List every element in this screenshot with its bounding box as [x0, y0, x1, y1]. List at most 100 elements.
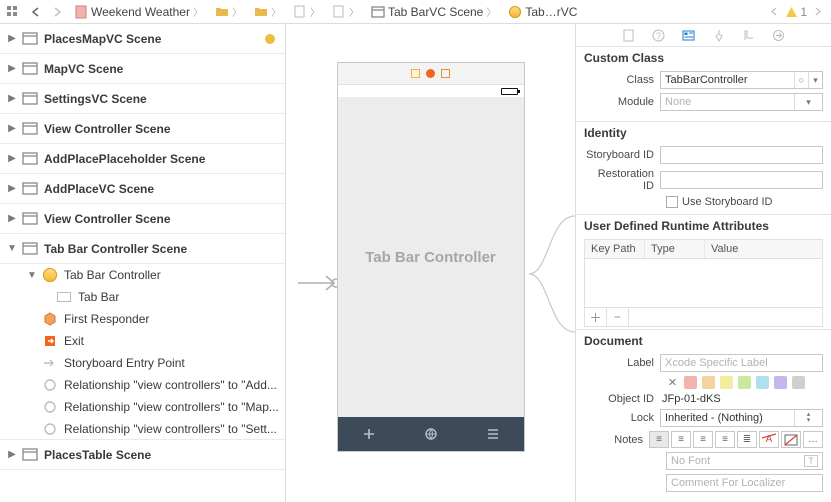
- outline-item-firstresponder[interactable]: ▶First Responder: [0, 308, 285, 330]
- disclosure-triangle-icon[interactable]: ▶: [6, 213, 18, 224]
- align-center-icon[interactable]: ≡: [671, 431, 691, 448]
- swatch-blue[interactable]: [756, 376, 769, 389]
- disclosure-triangle-icon[interactable]: ▶: [6, 33, 18, 44]
- doc-label-field[interactable]: Xcode Specific Label: [660, 354, 823, 372]
- scene-row-tabbarcontroller[interactable]: ▼Tab Bar Controller Scene: [0, 234, 285, 264]
- list-icon[interactable]: ≣: [737, 431, 757, 448]
- disclosure-triangle-icon[interactable]: ▶: [6, 93, 18, 104]
- disclosure-triangle-icon[interactable]: ▶: [6, 183, 18, 194]
- jumpbar-segment-scene[interactable]: Tab BarVC Scene〉: [367, 4, 500, 19]
- disclosure-triangle-icon[interactable]: ▶: [6, 63, 18, 74]
- file-inspector-icon[interactable]: [621, 27, 637, 43]
- scene-icon: [22, 31, 38, 47]
- clear-icon[interactable]: ○: [794, 72, 808, 88]
- swatch-green[interactable]: [738, 376, 751, 389]
- lock-combo[interactable]: Inherited - (Nothing)▴▾: [660, 409, 823, 427]
- swatch-yellow[interactable]: [720, 376, 733, 389]
- scene-row-mapvc[interactable]: ▶MapVC Scene: [0, 54, 285, 84]
- jumpbar-segment-folder2[interactable]: 〉: [250, 4, 285, 19]
- font-placeholder: No Font: [671, 455, 710, 467]
- outline-item-tabbar[interactable]: ▶Tab Bar: [0, 286, 285, 308]
- scene-row-addplaceplaceholder[interactable]: ▶AddPlacePlaceholder Scene: [0, 144, 285, 174]
- disclosure-triangle-icon[interactable]: ▶: [6, 449, 18, 460]
- tab-item-plus[interactable]: [338, 417, 400, 451]
- arrow-right-icon: [42, 355, 58, 371]
- swatch-purple[interactable]: [774, 376, 787, 389]
- disclosure-triangle-icon[interactable]: ▼: [6, 243, 18, 254]
- disclosure-triangle-icon[interactable]: ▶: [6, 153, 18, 164]
- nav-forward-icon[interactable]: [48, 3, 66, 21]
- remove-button[interactable]: −: [607, 308, 629, 326]
- section-header: User Defined Runtime Attributes: [584, 219, 823, 233]
- swatch-orange[interactable]: [702, 376, 715, 389]
- column-header-type[interactable]: Type: [645, 240, 705, 258]
- align-left-icon[interactable]: ≡: [649, 431, 669, 448]
- disclosure-triangle-icon[interactable]: ▶: [6, 123, 18, 134]
- outline-item-entrypoint[interactable]: ▶Storyboard Entry Point: [0, 352, 285, 374]
- module-value: None: [661, 94, 794, 110]
- scene-row-settingsvc[interactable]: ▶SettingsVC Scene: [0, 84, 285, 114]
- udra-table[interactable]: Key PathTypeValue ＋−: [584, 239, 823, 327]
- swatch-gray[interactable]: [792, 376, 805, 389]
- jumpbar-segment-sheet1[interactable]: 〉: [289, 4, 324, 19]
- size-inspector-icon[interactable]: [741, 27, 757, 43]
- font-field[interactable]: No Font T: [666, 452, 823, 470]
- storyboard-id-field[interactable]: [660, 146, 823, 164]
- issues-indicator[interactable]: 1: [765, 3, 827, 21]
- storyboard-canvas[interactable]: Tab Bar Controller: [286, 24, 575, 502]
- outline-item-exit[interactable]: ▶Exit: [0, 330, 285, 352]
- entry-point-arrow[interactable]: [296, 272, 342, 294]
- help-inspector-icon[interactable]: ?: [651, 27, 667, 43]
- identity-inspector-icon[interactable]: [681, 27, 697, 43]
- align-right-icon[interactable]: ≡: [693, 431, 713, 448]
- jumpbar-segment-sheet2[interactable]: 〉: [328, 4, 363, 19]
- tab-item-menu[interactable]: [462, 417, 524, 451]
- checkbox-icon[interactable]: [666, 196, 678, 208]
- swatch-clear[interactable]: ✕: [666, 376, 679, 389]
- folder-icon: [215, 5, 229, 19]
- nav-back-icon[interactable]: [26, 3, 44, 21]
- stepper-icon[interactable]: ▴▾: [794, 410, 822, 426]
- related-items-icon[interactable]: [4, 3, 22, 21]
- scene-row-viewcontroller1[interactable]: ▶View Controller Scene: [0, 114, 285, 144]
- chevron-right-icon: 〉: [349, 4, 359, 19]
- bg-color-icon[interactable]: [781, 431, 801, 448]
- jumpbar-segment-project[interactable]: Weekend Weather 〉: [70, 4, 207, 19]
- column-header-value[interactable]: Value: [705, 240, 822, 258]
- scene-row-viewcontroller2[interactable]: ▶View Controller Scene: [0, 204, 285, 234]
- attributes-inspector-icon[interactable]: [711, 27, 727, 43]
- add-button[interactable]: ＋: [585, 308, 607, 326]
- localizer-comment-field[interactable]: Comment For Localizer: [666, 474, 823, 492]
- swatch-red[interactable]: [684, 376, 697, 389]
- restoration-id-field[interactable]: [660, 171, 823, 189]
- scene-row-placestable[interactable]: ▶PlacesTable Scene: [0, 440, 285, 470]
- font-picker-icon[interactable]: T: [804, 455, 818, 467]
- outline-item-relationship-add[interactable]: ▶Relationship "view controllers" to "Add…: [0, 374, 285, 396]
- relationship-icon: [42, 421, 58, 437]
- jumpbar-segment-vc[interactable]: Tab…rVC: [504, 5, 581, 19]
- column-header-keypath[interactable]: Key Path: [585, 240, 645, 258]
- use-storyboard-id-row[interactable]: Use Storyboard ID: [584, 196, 823, 208]
- outline-item-tabbarcontroller[interactable]: ▼Tab Bar Controller: [0, 264, 285, 286]
- jumpbar-segment-folder1[interactable]: 〉: [211, 4, 246, 19]
- disclosure-triangle-icon[interactable]: ▼: [26, 270, 38, 281]
- chevron-down-icon[interactable]: ▾: [794, 94, 822, 110]
- text-color-icon[interactable]: A: [759, 431, 779, 448]
- more-icon[interactable]: …: [803, 431, 823, 448]
- objectid-label: Object ID: [584, 393, 660, 405]
- scene-row-placesmapvc[interactable]: ▶PlacesMapVC Scene: [0, 24, 285, 54]
- outline-item-relationship-settings[interactable]: ▶Relationship "view controllers" to "Set…: [0, 418, 285, 440]
- scene-preview-tabbarcontroller[interactable]: Tab Bar Controller: [337, 62, 525, 452]
- outline-item-relationship-map[interactable]: ▶Relationship "view controllers" to "Map…: [0, 396, 285, 418]
- tab-item-globe[interactable]: [400, 417, 462, 451]
- chevron-down-icon[interactable]: ▾: [808, 72, 822, 88]
- class-combo[interactable]: TabBarController○▾: [660, 71, 823, 89]
- chevron-right-icon: 〉: [193, 4, 203, 19]
- scene-row-addplacevc[interactable]: ▶AddPlaceVC Scene: [0, 174, 285, 204]
- connections-inspector-icon[interactable]: [771, 27, 787, 43]
- module-combo[interactable]: None▾: [660, 93, 823, 111]
- align-justify-icon[interactable]: ≡: [715, 431, 735, 448]
- udra-body[interactable]: [585, 259, 822, 307]
- svg-text:?: ?: [656, 31, 661, 41]
- storyboard-id-label: Storyboard ID: [584, 149, 660, 161]
